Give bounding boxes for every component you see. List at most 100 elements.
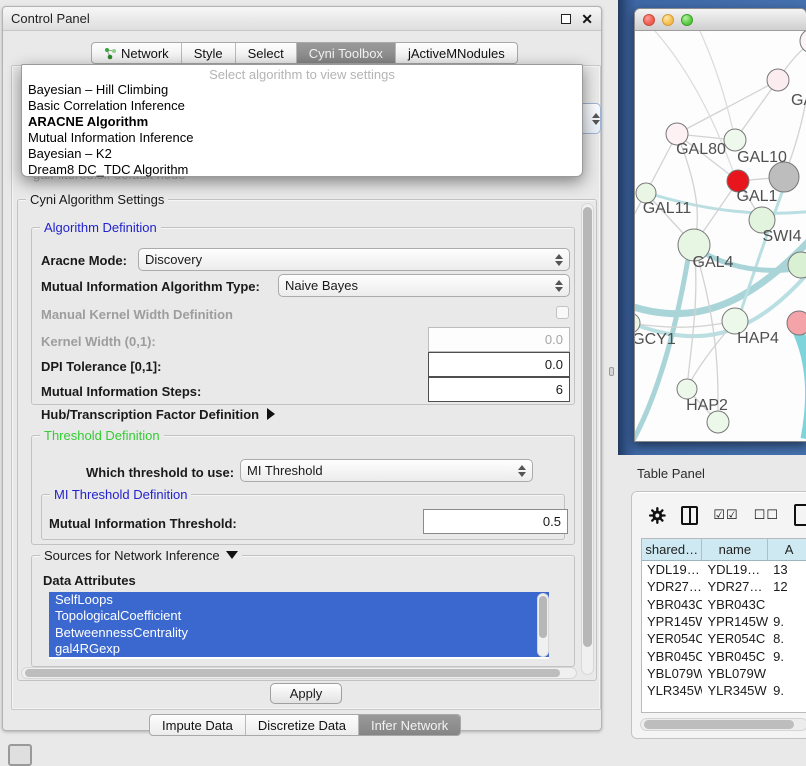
close-icon[interactable]: ✕ [581, 14, 593, 24]
control-panel-titlebar[interactable]: Control Panel ✕ [3, 7, 601, 31]
table-row[interactable]: YPR145WYPR145W9. [642, 613, 806, 630]
table-cell: YDL19… [642, 562, 702, 577]
aracne-mode-combo[interactable]: Discovery [138, 248, 570, 271]
algorithm-option-basic-correlation-inference[interactable]: Basic Correlation Inference [22, 98, 582, 114]
table-cell: 9. [768, 614, 806, 629]
mi-threshold-label: Mutual Information Threshold: [49, 516, 237, 531]
node-label-gal7: GAL7 [791, 92, 806, 109]
network-node[interactable] [707, 411, 729, 433]
algorithm-option-bayesian-k2[interactable]: Bayesian – K2 [22, 146, 582, 162]
minimized-panel-icon[interactable] [8, 744, 32, 766]
mi-threshold-title: MI Threshold Definition [50, 487, 191, 502]
table-cell: YBR043C [702, 597, 768, 612]
table-cell: YIL052C [642, 701, 702, 704]
unselect-all-columns-icon[interactable]: ☐☐ [754, 507, 779, 523]
zoom-traffic-light-icon[interactable] [681, 14, 693, 26]
settings-hscrollbar[interactable] [21, 667, 577, 679]
network-edge [635, 321, 735, 327]
network-node-y[interactable] [787, 311, 806, 335]
node-label-swi4: SWI4 [762, 228, 801, 245]
algorithm-list: Bayesian – Hill ClimbingBasic Correlatio… [22, 82, 582, 178]
table-cell: 9. [768, 649, 806, 664]
table-header-name[interactable]: name [702, 539, 768, 560]
network-node-gcy1[interactable] [635, 313, 640, 333]
threshold-definition-title: Threshold Definition [40, 428, 164, 443]
table-cell: 13 [768, 562, 806, 577]
kernel-width-label: Kernel Width (0,1): [41, 334, 156, 349]
table-cell: YLR345W [702, 683, 768, 698]
algorithm-option-mutual-information-inference[interactable]: Mutual Information Inference [22, 130, 582, 146]
attribute-item-topologicalcoefficient[interactable]: TopologicalCoefficient [49, 608, 549, 624]
minimize-traffic-light-icon[interactable] [662, 14, 674, 26]
attribute-item-selfloops[interactable]: SelfLoops [49, 592, 549, 608]
dpi-tolerance-label: DPI Tolerance [0,1]: [41, 359, 161, 374]
tab-select[interactable]: Select [236, 43, 297, 63]
mi-threshold-field[interactable]: 0.5 [423, 509, 568, 534]
settings-scrollbar[interactable] [581, 203, 594, 675]
close-traffic-light-icon[interactable] [643, 14, 655, 26]
table-row[interactable]: YLR345WYLR345W9. [642, 682, 806, 699]
combo-stepper-icon [555, 280, 563, 292]
panel-divider-grip[interactable] [609, 367, 614, 376]
table-row[interactable]: YBR043CYBR043C [642, 596, 806, 613]
apply-button[interactable]: Apply [270, 683, 342, 704]
table-header-a[interactable]: A [768, 539, 806, 560]
network-canvas[interactable]: GAL7GAL80GAL10GAL1GAL11SWI4GAL4GCY1HAP4Y… [635, 31, 806, 441]
table-row[interactable]: YBR045CYBR045C9. [642, 647, 806, 664]
table-cell: YPR145W [642, 614, 702, 629]
algorithm-option-bayesian-hill-climbing[interactable]: Bayesian – Hill Climbing [22, 82, 582, 98]
tab-cyni-toolbox[interactable]: Cyni Toolbox [297, 43, 396, 63]
data-attributes-label: Data Attributes [43, 573, 136, 588]
table-hscrollbar[interactable] [640, 718, 806, 731]
data-attributes-list: SelfLoopsTopologicalCoefficientBetweenne… [49, 592, 549, 659]
node-label-gal80: GAL80 [676, 141, 726, 158]
cyni-settings-title: Cyni Algorithm Settings [26, 192, 168, 207]
tab-jactivemnodules[interactable]: jActiveMNodules [396, 43, 517, 63]
manual-kernel-checkbox[interactable] [556, 306, 569, 319]
network-node-gal7[interactable] [767, 69, 789, 91]
table-row[interactable]: YIL052CYIL052C9 [642, 699, 806, 704]
tab-network[interactable]: Network [92, 43, 182, 63]
bottom-tab-impute-data[interactable]: Impute Data [150, 715, 246, 735]
table-cell: YBL079W [642, 666, 702, 681]
network-view-window[interactable]: GAL7GAL80GAL10GAL1GAL11SWI4GAL4GCY1HAP4Y… [634, 8, 806, 442]
table-cell: YPR145W [702, 614, 768, 629]
algorithm-option-dream8-dc-tdc-algorithm[interactable]: Dream8 DC_TDC Algorithm [22, 162, 582, 178]
bottom-tab-infer-network[interactable]: Infer Network [359, 715, 460, 735]
mi-type-combo[interactable]: Naive Bayes [278, 274, 570, 297]
mi-steps-field[interactable]: 6 [428, 377, 570, 402]
hub-definition-label: Hub/Transcription Factor Definition [41, 407, 259, 422]
float-window-icon[interactable] [561, 14, 571, 24]
export-table-icon[interactable] [794, 504, 806, 526]
show-columns-icon[interactable] [681, 506, 699, 525]
table-row[interactable]: YER054CYER054C8. [642, 630, 806, 647]
network-window-titlebar[interactable] [635, 9, 806, 31]
network-icon [104, 47, 117, 60]
network-node-hap2[interactable] [677, 379, 697, 399]
manual-kernel-label: Manual Kernel Width Definition [41, 307, 233, 322]
tab-style[interactable]: Style [182, 43, 236, 63]
mi-type-value: Naive Bayes [285, 278, 358, 293]
network-node[interactable] [769, 162, 799, 192]
table-row[interactable]: YBL079WYBL079W [642, 665, 806, 682]
attribute-item-betweennesscentrality[interactable]: BetweennessCentrality [49, 625, 549, 641]
kernel-width-field[interactable]: 0.0 [428, 327, 570, 352]
attributes-list-scrollbar[interactable] [537, 593, 549, 657]
hub-definition-toggle[interactable]: Hub/Transcription Factor Definition [41, 407, 275, 422]
table-cell: YBR045C [642, 649, 702, 664]
bottom-tab-discretize-data[interactable]: Discretize Data [246, 715, 359, 735]
gear-icon[interactable] [649, 507, 666, 524]
attribute-item-gal4rgexp[interactable]: gal4RGexp [49, 641, 549, 657]
network-node-gal10[interactable] [724, 129, 746, 151]
occluded-combo-stepper[interactable] [580, 103, 601, 134]
which-threshold-combo[interactable]: MI Threshold [240, 459, 533, 482]
dpi-tolerance-field[interactable]: 0.0 [428, 352, 570, 377]
table-header-shared[interactable]: shared… [642, 539, 702, 560]
select-all-columns-icon[interactable]: ☑☑ [713, 507, 738, 523]
algorithm-option-aracne-algorithm[interactable]: ARACNE Algorithm [22, 114, 582, 130]
node-table-panel: ☑☑ ☐☐ shared…nameA YDL19…YDL19…13YDR27…Y… [631, 491, 806, 739]
table-row[interactable]: YDR27…YDR27…12 [642, 578, 806, 595]
table-toolbar: ☑☑ ☐☐ [632, 492, 806, 538]
table-row[interactable]: YDL19…YDL19…13 [642, 561, 806, 578]
tab-label: Impute Data [162, 718, 233, 733]
